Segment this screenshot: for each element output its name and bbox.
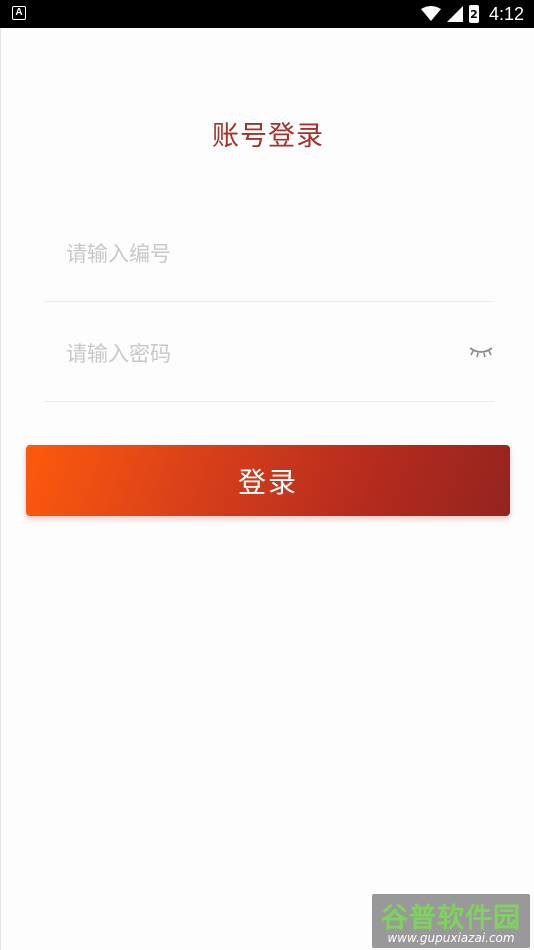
password-input[interactable]	[66, 337, 446, 371]
page-title: 账号登录	[212, 121, 324, 152]
notification-a-icon: A	[12, 6, 26, 20]
status-bar: A 2 4:12	[0, 0, 534, 28]
login-page: 账号登录 登录 谷普软件园 www.gupuxiazai.com	[0, 28, 534, 950]
watermark-url: www.gupuxiazai.com	[387, 931, 515, 945]
account-field	[44, 202, 494, 302]
status-time: 4:12	[488, 3, 524, 24]
watermark-title: 谷普软件园	[381, 903, 521, 934]
eye-closed-icon[interactable]	[468, 344, 494, 360]
watermark-logo: 谷普软件园 www.gupuxiazai.com	[372, 894, 530, 948]
signal-icon	[446, 6, 463, 22]
wifi-icon	[420, 6, 441, 21]
login-button[interactable]: 登录	[26, 445, 510, 516]
battery-icon: 2	[468, 5, 479, 23]
status-icons: 2 4:12	[420, 0, 524, 28]
password-field	[44, 302, 494, 402]
account-input[interactable]	[66, 237, 446, 271]
